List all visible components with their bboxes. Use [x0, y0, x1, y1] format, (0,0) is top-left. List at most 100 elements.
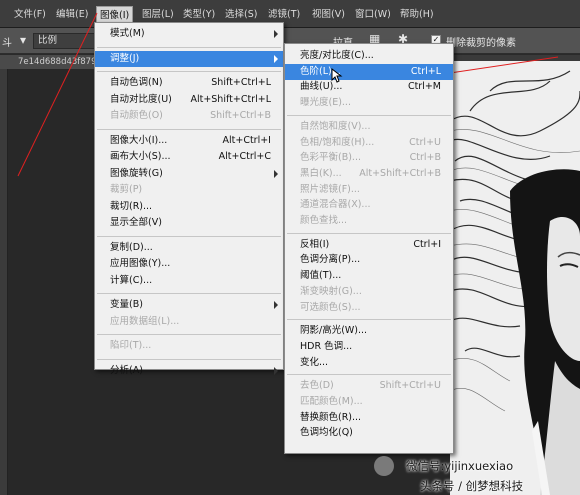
menu-item[interactable]: 阴影/高光(W)...: [285, 323, 453, 339]
menu-item-label: 亮度/对比度(C)...: [300, 50, 374, 61]
menu-item-label: 复制(D)...: [110, 241, 153, 253]
menu-item: 渐变映射(G)...: [285, 284, 453, 300]
submenu-arrow-icon: [274, 54, 278, 63]
menu-separator: [97, 358, 281, 360]
tool-preset-chevron-icon[interactable]: ▾: [20, 33, 26, 47]
submenu-arrow-icon: [274, 301, 278, 309]
menu-item-label: 调整(J): [110, 52, 140, 64]
menu-item-shortcut: Ctrl+M: [407, 81, 441, 93]
menu-item-label: 陷印(T)...: [110, 340, 152, 351]
menu-item-label: 分析(A): [110, 364, 143, 376]
menu-item-label: 去色(D): [300, 380, 334, 392]
menu-separator: [97, 293, 281, 294]
menu-item-label: 通道混合器(X)...: [300, 199, 371, 211]
menu-item[interactable]: 变量(B): [95, 297, 283, 313]
menu-separator: [97, 46, 281, 48]
menu-separator: [287, 374, 451, 376]
menu-item[interactable]: 曲线(U)... Ctrl+M: [285, 79, 453, 95]
menu-file[interactable]: 文件(F): [11, 7, 49, 22]
menu-separator: [287, 232, 451, 234]
image-menu-dropdown: 模式(M) 调整(J) 自动色调(N) Shift+Ctrl+L 自动对比度(U) Alt…: [94, 22, 284, 376]
watermark-toutiao: 头条号 / 创梦想科技: [420, 479, 524, 493]
menu-item-shortcut: Ctrl+U: [409, 136, 441, 148]
menu-item-label: 模式(M): [110, 28, 145, 39]
menu-window[interactable]: 窗口(W): [352, 7, 394, 22]
menu-item[interactable]: 变化...: [285, 355, 453, 371]
menu-item[interactable]: 分析(A): [95, 363, 283, 379]
menu-item-label: 应用数据组(L)...: [110, 315, 180, 327]
menu-item-label: 黑白(K)...: [300, 167, 342, 179]
menu-item[interactable]: 画布大小(S)... Alt+Ctrl+C: [95, 149, 283, 165]
menu-item-label: 色彩平衡(B)...: [300, 152, 361, 164]
menu-item[interactable]: 调整(J): [95, 50, 283, 67]
menu-layer[interactable]: 图层(L): [139, 7, 177, 22]
menu-help[interactable]: 帮助(H): [397, 7, 437, 22]
menu-item: 曝光度(E)...: [285, 95, 453, 111]
menu-item-shortcut: Alt+Ctrl+C: [218, 151, 271, 162]
menu-item[interactable]: 图像大小(I)... Alt+Ctrl+I: [95, 133, 283, 149]
menu-item[interactable]: 复制(D)...: [95, 240, 283, 256]
menu-separator: [97, 128, 281, 130]
menu-item-label: 色调分离(P)...: [300, 254, 361, 266]
menu-item[interactable]: 色调分离(P)...: [285, 252, 453, 268]
menu-item: 应用数据组(L)...: [95, 314, 283, 330]
portrait-image: [450, 61, 580, 495]
menu-item-shortcut: Shift+Ctrl+U: [379, 380, 441, 392]
menu-item[interactable]: 色调均化(Q): [285, 425, 453, 441]
menu-item-label: 图像旋转(G): [110, 167, 163, 179]
menu-item[interactable]: 阈值(T)...: [285, 268, 453, 284]
menu-item-label: 显示全部(V): [110, 217, 162, 228]
menu-item[interactable]: 替换颜色(R)...: [285, 410, 453, 426]
menu-item[interactable]: 模式(M): [95, 26, 283, 42]
menu-item-shortcut: Ctrl+B: [409, 152, 441, 164]
wechat-logo-icon: [374, 456, 394, 476]
menu-view[interactable]: 视图(V): [309, 7, 348, 22]
menu-item[interactable]: HDR 色调...: [285, 339, 453, 355]
menu-edit[interactable]: 编辑(E): [53, 7, 91, 22]
menu-item[interactable]: 计算(C)...: [95, 273, 283, 289]
menu-item[interactable]: 应用图像(Y)...: [95, 256, 283, 272]
canvas-photo: [450, 61, 580, 495]
menu-item-label: 自动对比度(U): [110, 93, 172, 105]
menu-separator: [97, 71, 281, 72]
menu-item[interactable]: 色阶(L)... Ctrl+L: [285, 63, 453, 80]
menu-item[interactable]: 显示全部(V): [95, 215, 283, 231]
tools-panel-edge[interactable]: [0, 69, 8, 495]
menu-item-label: 匹配颜色(M)...: [300, 396, 363, 407]
menu-item-label: 计算(C)...: [110, 274, 153, 286]
menu-item[interactable]: 反相(I) Ctrl+I: [285, 237, 453, 253]
menu-item-label: 裁切(R)...: [110, 200, 153, 212]
menu-item-label: 自然饱和度(V)...: [300, 120, 371, 132]
menu-item[interactable]: 自动色调(N) Shift+Ctrl+L: [95, 75, 283, 91]
ratio-select[interactable]: 比例: [33, 33, 95, 49]
menu-item: 自然饱和度(V)...: [285, 119, 453, 135]
menu-item-label: 阴影/高光(W)...: [300, 325, 368, 337]
menu-item-label: 渐变映射(G)...: [300, 285, 362, 297]
menu-item-label: 色调均化(Q): [300, 427, 353, 439]
menu-item[interactable]: 裁切(R)...: [95, 199, 283, 215]
menu-item-label: 自动颜色(O): [110, 110, 163, 121]
menu-image[interactable]: 图像(I): [96, 6, 134, 23]
menu-select[interactable]: 选择(S): [222, 7, 260, 22]
menu-item-label: 自动色调(N): [110, 77, 163, 88]
menu-item-label: 画布大小(S)...: [110, 151, 171, 162]
submenu-arrow-icon: [274, 169, 278, 178]
menu-item[interactable]: 亮度/对比度(C)...: [285, 48, 453, 64]
menu-item-label: 阈值(T)...: [300, 270, 342, 282]
menu-filter[interactable]: 滤镜(T): [265, 7, 303, 22]
menu-item-shortcut: Ctrl+L: [410, 65, 441, 77]
menu-type[interactable]: 类型(Y): [180, 7, 218, 22]
menu-item: 去色(D) Shift+Ctrl+U: [285, 378, 453, 394]
menu-item-label: 替换颜色(R)...: [300, 411, 362, 423]
menu-item-shortcut: Shift+Ctrl+B: [210, 110, 271, 121]
menu-item[interactable]: 图像旋转(G): [95, 166, 283, 182]
menu-item: 陷印(T)...: [95, 338, 283, 354]
menu-item-label: 变量(B): [110, 299, 143, 310]
document-tab[interactable]: 7e14d688d43f879: [0, 55, 103, 69]
menu-item-label: 反相(I): [300, 238, 330, 250]
menu-item: 色彩平衡(B)... Ctrl+B: [285, 150, 453, 166]
menu-item[interactable]: 自动对比度(U) Alt+Shift+Ctrl+L: [95, 92, 283, 108]
menu-item-label: 应用图像(Y)...: [110, 258, 171, 269]
mouse-cursor-icon: [331, 68, 343, 83]
submenu-arrow-icon: [274, 30, 278, 38]
